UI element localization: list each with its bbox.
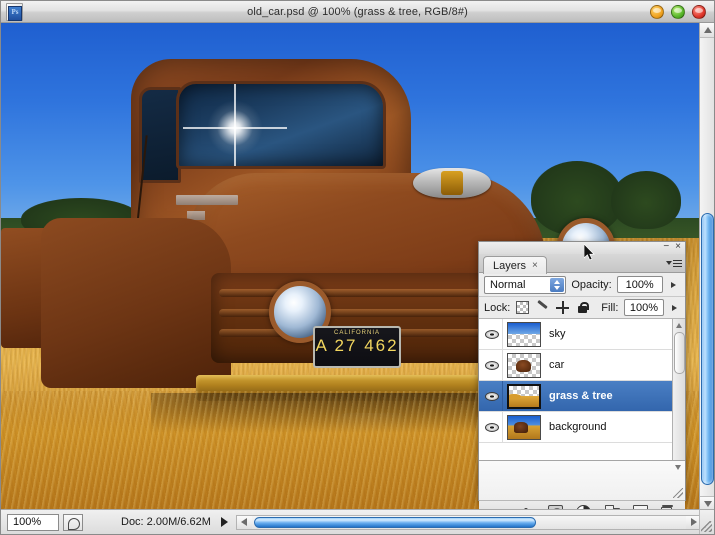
tab-layers[interactable]: Layers × <box>483 256 547 274</box>
panel-window-controls: − × <box>663 242 681 252</box>
front-fender <box>41 218 231 388</box>
eye-icon <box>485 330 499 339</box>
vertical-scrollbar-thumb[interactable] <box>701 213 714 485</box>
panel-minimize-button[interactable]: − <box>663 242 669 252</box>
layer-visibility-toggle[interactable] <box>481 381 503 411</box>
photoshop-document-window: Ps old_car.psd @ 100% (grass & tree, RGB… <box>0 0 715 535</box>
close-button[interactable] <box>692 5 706 19</box>
zoom-level-value: 100% <box>13 516 41 528</box>
scroll-up-arrow-icon[interactable] <box>700 23 715 38</box>
layer-visibility-toggle[interactable] <box>481 350 503 380</box>
layer-row[interactable]: car <box>479 350 685 381</box>
window-controls <box>650 5 706 19</box>
blend-mode-row: Normal Opacity: 100% <box>479 273 685 297</box>
status-bar: 100% Doc: 2.00M/6.62M <box>1 509 701 534</box>
layer-name: car <box>549 359 564 371</box>
layers-panel[interactable]: − × Layers × Normal Opacity: 100% <box>478 241 686 501</box>
status-menu-arrow-icon[interactable] <box>221 517 228 527</box>
lock-all-padlock-icon[interactable] <box>576 301 589 314</box>
layer-row-selected[interactable]: grass & tree <box>479 381 685 412</box>
windshield <box>176 81 386 169</box>
opacity-slider-arrow[interactable] <box>668 276 680 293</box>
minimize-button[interactable] <box>650 5 664 19</box>
lock-label: Lock: <box>484 302 510 314</box>
lock-image-pixels-brush-icon[interactable] <box>536 301 549 314</box>
layer-visibility-toggle[interactable] <box>481 319 503 349</box>
opacity-value: 100% <box>626 279 654 291</box>
tab-layers-label: Layers <box>493 260 526 272</box>
plate-number: A 27 462 <box>315 336 399 355</box>
international-badge <box>176 195 238 205</box>
maximize-button[interactable] <box>671 5 685 19</box>
layer-list[interactable]: sky car grass & tree <box>479 319 685 461</box>
layer-name: background <box>549 421 607 433</box>
fill-slider-arrow[interactable] <box>670 299 680 316</box>
window-title: old_car.psd @ 100% (grass & tree, RGB/8#… <box>1 6 714 18</box>
lock-position-move-icon[interactable] <box>556 301 569 314</box>
lock-row: Lock: Fill: 100% <box>479 297 685 319</box>
fill-value: 100% <box>630 302 658 314</box>
document-size-info: Doc: 2.00M/6.62M <box>121 516 211 528</box>
scroll-up-arrow-icon[interactable] <box>676 323 682 328</box>
layer-thumbnail-sky[interactable] <box>507 322 541 347</box>
layer-thumbnail-grass-tree[interactable] <box>507 384 541 409</box>
panel-title-bar[interactable]: − × <box>479 242 685 254</box>
layer-list-scrollbar[interactable] <box>672 319 685 460</box>
zoom-level-input[interactable]: 100% <box>7 514 59 531</box>
layer-thumbnail-car[interactable] <box>507 353 541 378</box>
lock-icon-group <box>516 301 589 314</box>
hamburger-icon <box>673 260 682 267</box>
layer-thumbnail-background[interactable] <box>507 415 541 440</box>
panel-resize-grip[interactable] <box>673 488 683 498</box>
opacity-label: Opacity: <box>571 279 611 291</box>
window-resize-grip[interactable] <box>699 509 714 534</box>
canvas-horizontal-scrollbar[interactable] <box>236 515 701 530</box>
eye-icon <box>485 392 499 401</box>
scroll-down-arrow-icon[interactable] <box>675 465 681 470</box>
layer-row[interactable]: background <box>479 412 685 443</box>
panel-tab-row: Layers × <box>479 254 685 273</box>
scroll-left-arrow-icon[interactable] <box>237 516 252 529</box>
sun-glare <box>207 100 263 156</box>
horizontal-scrollbar-thumb[interactable] <box>254 517 536 528</box>
opacity-input[interactable]: 100% <box>617 276 663 293</box>
preview-mode-icon[interactable] <box>63 514 83 531</box>
panel-close-button[interactable]: × <box>675 242 681 252</box>
fill-label: Fill: <box>601 302 618 314</box>
license-plate: CALIFORNIA A 27 462 <box>313 326 401 368</box>
layer-row[interactable]: sky <box>479 319 685 350</box>
fill-input[interactable]: 100% <box>624 299 663 316</box>
canvas-vertical-scrollbar[interactable] <box>699 23 714 511</box>
photoshop-document-icon: Ps <box>6 3 23 21</box>
blend-mode-select[interactable]: Normal <box>484 276 566 294</box>
chevron-down-icon <box>666 261 672 265</box>
title-bar[interactable]: Ps old_car.psd @ 100% (grass & tree, RGB… <box>1 1 714 23</box>
blend-mode-value: Normal <box>490 279 525 291</box>
hood-emblem <box>413 168 491 198</box>
layer-name: sky <box>549 328 566 340</box>
ps-mark: Ps <box>9 8 21 16</box>
scrollbar-thumb[interactable] <box>674 332 685 374</box>
lock-transparent-pixels-icon[interactable] <box>516 301 529 314</box>
oak-tree-2 <box>611 171 681 229</box>
tab-close-icon[interactable]: × <box>532 260 538 271</box>
layer-list-empty-area <box>479 461 685 501</box>
layer-name: grass & tree <box>549 390 613 402</box>
blend-mode-stepper[interactable] <box>550 278 564 292</box>
layer-visibility-toggle[interactable] <box>481 412 503 442</box>
panel-menu-icon[interactable] <box>666 257 680 269</box>
eye-icon <box>485 361 499 370</box>
eye-icon <box>485 423 499 432</box>
